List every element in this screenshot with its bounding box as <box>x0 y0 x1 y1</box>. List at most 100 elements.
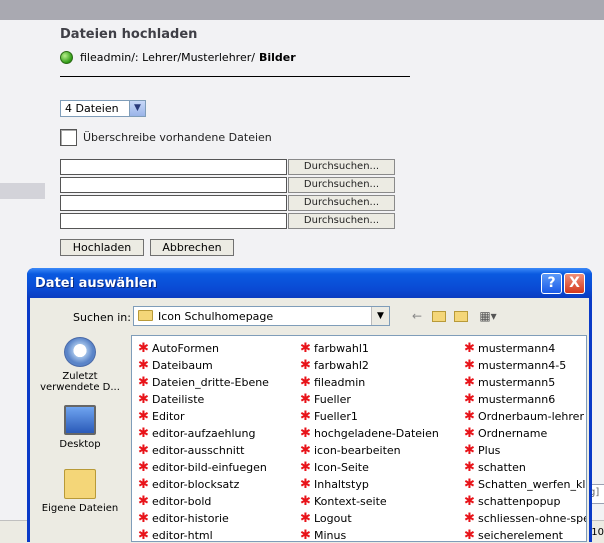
chevron-down-icon[interactable]: ▼ <box>129 101 145 116</box>
file-name: mustermann4 <box>478 342 556 355</box>
file-icon: ✱ <box>464 341 475 356</box>
list-item[interactable]: ✱ fileadmin <box>298 374 439 391</box>
file-icon: ✱ <box>464 392 475 407</box>
list-item[interactable]: ✱ AutoFormen <box>136 340 269 357</box>
file-icon: ✱ <box>300 375 311 390</box>
file-name: mustermann5 <box>478 376 556 389</box>
dialog-title-bar[interactable]: Datei auswählen ? X <box>27 268 592 298</box>
list-item[interactable]: ✱ schatten <box>462 459 586 476</box>
file-icon: ✱ <box>138 358 149 373</box>
folder-icon <box>138 310 153 321</box>
up-folder-icon[interactable] <box>430 308 448 324</box>
list-item[interactable]: ✱ mustermann5 <box>462 374 586 391</box>
place-my-documents[interactable]: Eigene Dateien <box>37 469 123 514</box>
list-item[interactable]: ✱ schattenpopup <box>462 493 586 510</box>
list-item[interactable]: ✱ mustermann4 <box>462 340 586 357</box>
browse-button-2[interactable]: Durchsuchen... <box>288 177 395 193</box>
list-item[interactable]: ✱ schliessen-ohne-speic <box>462 510 586 527</box>
file-name: Dateiliste <box>152 393 205 406</box>
file-name: icon-bearbeiten <box>314 444 401 457</box>
file-icon: ✱ <box>138 392 149 407</box>
list-item[interactable]: ✱ editor-bold <box>136 493 269 510</box>
upload-row-1: Durchsuchen... <box>60 159 400 175</box>
file-icon: ✱ <box>138 443 149 458</box>
path-prefix: fileadmin/: Lehrer/Musterlehrer/ <box>80 51 255 64</box>
chevron-down-icon[interactable]: ▼ <box>371 307 389 325</box>
list-item[interactable]: ✱ farbwahl2 <box>298 357 439 374</box>
list-item[interactable]: ✱ Logout <box>298 510 439 527</box>
list-item[interactable]: ✱ Kontext-seite <box>298 493 439 510</box>
list-item[interactable]: ✱ mustermann6 <box>462 391 586 408</box>
place-recent[interactable]: Zuletzt verwendete D... <box>37 337 123 393</box>
file-count-select[interactable]: 4 Dateien ▼ <box>60 100 146 117</box>
file-icon: ✱ <box>300 528 311 542</box>
list-item[interactable]: ✱ mustermann4-5 <box>462 357 586 374</box>
list-item[interactable]: ✱ Schatten_werfen_kle <box>462 476 586 493</box>
list-item[interactable]: ✱ Editor <box>136 408 269 425</box>
file-name: farbwahl2 <box>314 359 369 372</box>
list-item[interactable]: ✱ icon-bearbeiten <box>298 442 439 459</box>
file-name: Dateibaum <box>152 359 213 372</box>
upload-button[interactable]: Hochladen <box>60 239 144 256</box>
file-icon: ✱ <box>300 426 311 441</box>
list-item[interactable]: ✱ editor-bild-einfuegen <box>136 459 269 476</box>
view-menu-icon[interactable]: ▦▾ <box>477 308 499 324</box>
list-item[interactable]: ✱ seicherelement <box>462 527 586 542</box>
file-path-input-3[interactable] <box>60 195 287 211</box>
dialog-title: Datei auswählen <box>35 276 157 291</box>
list-item[interactable]: ✱ Dateibaum <box>136 357 269 374</box>
file-icon: ✱ <box>138 477 149 492</box>
file-icon: ✱ <box>138 511 149 526</box>
file-name: mustermann6 <box>478 393 556 406</box>
lookin-value: Icon Schulhomepage <box>158 310 274 323</box>
overwrite-label: Überschreibe vorhandene Dateien <box>83 131 272 144</box>
help-button[interactable]: ? <box>541 273 562 294</box>
list-item[interactable]: ✱ farbwahl1 <box>298 340 439 357</box>
list-item[interactable]: ✱ Plus <box>462 442 586 459</box>
upload-row-3: Durchsuchen... <box>60 195 400 211</box>
list-item[interactable]: ✱ editor-ausschnitt <box>136 442 269 459</box>
file-path-input-1[interactable] <box>60 159 287 175</box>
browse-button-1[interactable]: Durchsuchen... <box>288 159 395 175</box>
list-item[interactable]: ✱ editor-html <box>136 527 269 541</box>
file-name: Inhaltstyp <box>314 478 369 491</box>
list-item[interactable]: ✱ editor-aufzaehlung <box>136 425 269 442</box>
list-item[interactable]: ✱ Fueller1 <box>298 408 439 425</box>
breadcrumb: fileadmin/: Lehrer/Musterlehrer/Bilder <box>60 51 296 64</box>
list-item[interactable]: ✱ editor-blocksatz <box>136 476 269 493</box>
upload-row-4: Durchsuchen... <box>60 213 400 229</box>
lookin-combo[interactable]: Icon Schulhomepage ▼ <box>133 306 390 326</box>
file-name: hochgeladene-Dateien <box>314 427 439 440</box>
file-column-3: ✱ mustermann4 ✱ mustermann4-5 ✱ mustermann5 ✱ m… <box>462 340 586 542</box>
file-name: seicherelement <box>478 529 563 542</box>
browse-button-4[interactable]: Durchsuchen... <box>288 213 395 229</box>
browse-button-3[interactable]: Durchsuchen... <box>288 195 395 211</box>
recent-documents-icon <box>64 337 96 367</box>
file-path-input-4[interactable] <box>60 213 287 229</box>
file-name: editor-historie <box>152 512 229 525</box>
file-icon: ✱ <box>138 494 149 509</box>
overwrite-option[interactable]: Überschreibe vorhandene Dateien <box>60 129 272 146</box>
list-item[interactable]: ✱ Ordnername <box>462 425 586 442</box>
list-item[interactable]: ✱ Dateiliste <box>136 391 269 408</box>
back-arrow-icon[interactable]: ← <box>408 308 426 324</box>
list-item[interactable]: ✱ Ordnerbaum-lehrer <box>462 408 586 425</box>
file-name: mustermann4-5 <box>478 359 567 372</box>
file-name: farbwahl1 <box>314 342 369 355</box>
cancel-button[interactable]: Abbrechen <box>150 239 234 256</box>
file-name: Editor <box>152 410 185 423</box>
list-item[interactable]: ✱ hochgeladene-Dateien <box>298 425 439 442</box>
list-item[interactable]: ✱ Inhaltstyp <box>298 476 439 493</box>
new-folder-icon[interactable] <box>452 308 470 324</box>
place-desktop[interactable]: Desktop <box>37 405 123 450</box>
close-button[interactable]: X <box>564 273 585 294</box>
list-item[interactable]: ✱ Icon-Seite <box>298 459 439 476</box>
file-icon: ✱ <box>464 460 475 475</box>
file-path-input-2[interactable] <box>60 177 287 193</box>
list-item[interactable]: ✱ Dateien_dritte-Ebene <box>136 374 269 391</box>
overwrite-checkbox[interactable] <box>60 129 77 146</box>
list-item[interactable]: ✱ Fueller <box>298 391 439 408</box>
list-item[interactable]: ✱ Minus <box>298 527 439 542</box>
file-icon: ✱ <box>464 511 475 526</box>
list-item[interactable]: ✱ editor-historie <box>136 510 269 527</box>
